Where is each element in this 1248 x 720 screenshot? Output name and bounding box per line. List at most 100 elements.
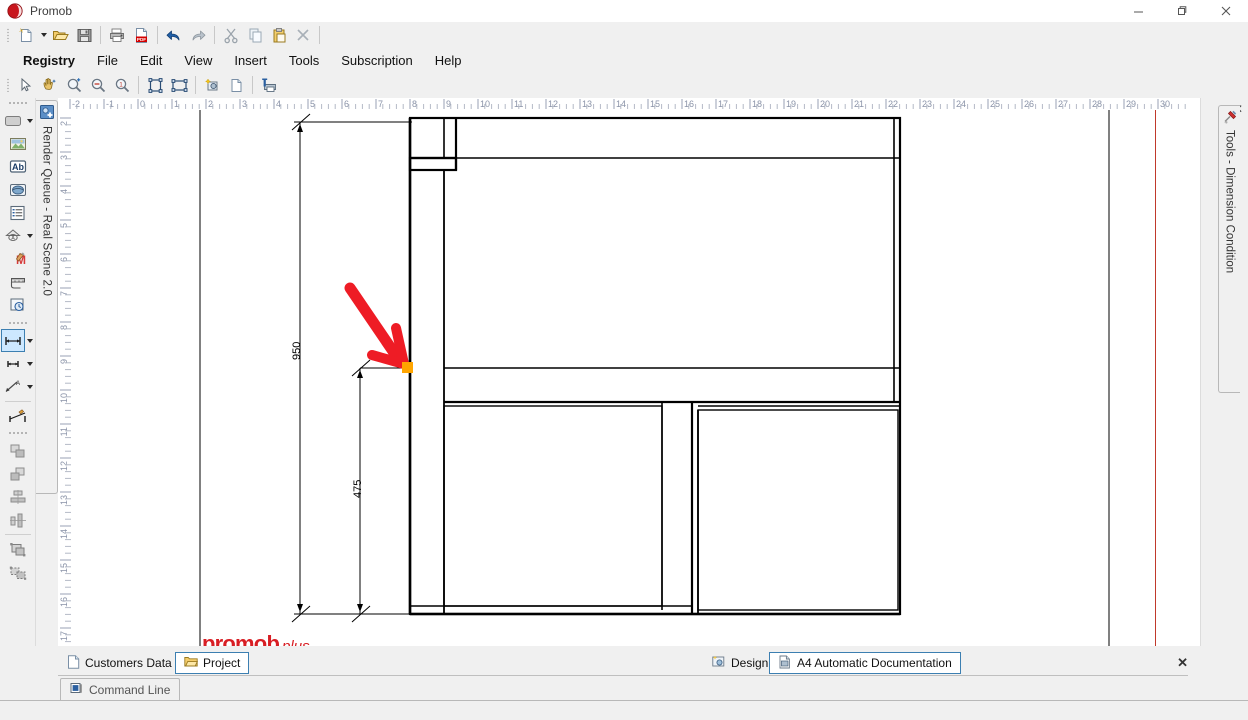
promob-watermark-brand: promob <box>202 631 280 646</box>
short-dimension-dropdown-icon[interactable] <box>27 361 33 366</box>
open-button[interactable] <box>48 24 72 46</box>
material-tool-button[interactable] <box>7 179 29 200</box>
new-document-dropdown[interactable] <box>38 24 48 46</box>
render-button[interactable] <box>200 74 224 96</box>
leader-text-dropdown-icon[interactable] <box>27 384 33 389</box>
paint-tool-button[interactable]: M <box>7 248 29 269</box>
menu-item-registry[interactable]: Registry <box>12 51 86 70</box>
toolstrip-grip[interactable] <box>7 430 28 437</box>
shape-tool-dropdown-icon[interactable] <box>27 118 33 123</box>
vertical-ruler-ticks: 23456789101112131415161718 <box>59 117 71 643</box>
redo-button[interactable] <box>186 24 210 46</box>
shape-tool-button[interactable] <box>2 110 24 131</box>
svg-text:A: A <box>16 381 20 387</box>
dock-render-queue[interactable]: Render Queue - Real Scene 2.0 <box>36 100 58 494</box>
align-middle-button[interactable] <box>7 509 29 530</box>
print-setup-button[interactable] <box>257 74 281 96</box>
environment-tool-button[interactable]: A <box>2 225 24 246</box>
export-pdf-button[interactable]: PDF <box>129 24 153 46</box>
save-button[interactable] <box>72 24 96 46</box>
linear-dimension-button[interactable] <box>1 329 25 352</box>
svg-text:7: 7 <box>378 99 383 109</box>
command-line-label: Command Line <box>89 682 171 697</box>
image-tool-button[interactable] <box>7 133 29 154</box>
toolstrip-grip[interactable] <box>7 320 28 327</box>
svg-text:13: 13 <box>59 495 69 505</box>
menu-item-subscription[interactable]: Subscription <box>330 51 424 70</box>
dimension-tools-icon <box>1222 109 1238 125</box>
close-tab-button[interactable]: ✕ <box>1177 655 1188 671</box>
dock-dimension-tools[interactable]: Tools - Dimension Condition <box>1218 105 1240 393</box>
tape-measure-button[interactable] <box>7 271 29 292</box>
dimension-lines <box>291 113 412 623</box>
toolbar-grip[interactable] <box>4 26 12 44</box>
short-dimension-button[interactable] <box>2 353 24 374</box>
vertical-ruler[interactable]: 23456789101112131415161718 <box>58 110 72 646</box>
close-button[interactable] <box>1204 0 1248 22</box>
design-view-icon <box>712 655 726 672</box>
zoom-out-button[interactable] <box>86 74 110 96</box>
menu-item-help[interactable]: Help <box>424 51 473 70</box>
environment-tool-dropdown-icon[interactable] <box>27 233 33 238</box>
preview-tool-button[interactable] <box>7 294 29 315</box>
delete-button[interactable] <box>291 24 315 46</box>
bring-forward-button[interactable] <box>7 440 29 461</box>
svg-text:Ab: Ab <box>12 162 24 172</box>
maximize-button[interactable] <box>1160 0 1204 22</box>
menu-item-edit[interactable]: Edit <box>129 51 173 70</box>
partial-height-dimension-label: 475 <box>352 479 364 498</box>
tab-project[interactable]: Project <box>175 652 250 674</box>
zoom-in-button[interactable] <box>62 74 86 96</box>
dock-dimension-tools-label: Tools - Dimension Condition <box>1223 130 1236 274</box>
zoom-extents-button[interactable] <box>167 74 191 96</box>
svg-text:17: 17 <box>59 631 69 641</box>
new-document-button[interactable] <box>14 24 38 46</box>
view-toolbar: 1 <box>0 72 1248 98</box>
menu-bar: Registry File Edit View Insert Tools Sub… <box>0 48 1248 72</box>
page-margin-line <box>1155 110 1156 646</box>
text-tool-button[interactable]: Ab <box>7 156 29 177</box>
linear-dimension-dropdown-icon[interactable] <box>27 338 33 343</box>
svg-text:1: 1 <box>174 99 179 109</box>
group-button[interactable] <box>7 539 29 560</box>
drawing-canvas[interactable]: 950 475 promobplus <box>72 110 1200 646</box>
toolstrip-divider <box>4 401 31 402</box>
horizontal-ruler[interactable]: -2-1012345678910111213141516171819202122… <box>58 98 1200 110</box>
svg-text:0: 0 <box>140 99 145 109</box>
dock-render-queue-label: Render Queue - Real Scene 2.0 <box>40 126 53 297</box>
menu-item-file[interactable]: File <box>86 51 129 70</box>
promob-logo-icon <box>7 3 23 19</box>
tab-a4-automatic-documentation[interactable]: A4 Automatic Documentation <box>769 652 961 674</box>
toolbar-separator <box>157 26 158 44</box>
send-backward-button[interactable] <box>7 463 29 484</box>
align-center-button[interactable] <box>7 486 29 507</box>
bottom-tab-strip: Customers Data Project Design A4 Automat… <box>0 650 1248 676</box>
tab-design[interactable]: Design <box>703 652 778 674</box>
minimize-button[interactable] <box>1116 0 1160 22</box>
print-button[interactable] <box>105 24 129 46</box>
select-tool-button[interactable] <box>14 74 38 96</box>
menu-item-view[interactable]: View <box>173 51 223 70</box>
list-tool-button[interactable] <box>7 202 29 223</box>
zoom-actual-button[interactable]: 1 <box>110 74 134 96</box>
undo-button[interactable] <box>162 24 186 46</box>
ungroup-button[interactable] <box>7 562 29 583</box>
new-sheet-button[interactable] <box>224 74 248 96</box>
toolbar-grip[interactable] <box>4 76 12 94</box>
pan-tool-button[interactable] <box>38 74 62 96</box>
zoom-window-button[interactable] <box>143 74 167 96</box>
menu-item-tools[interactable]: Tools <box>278 51 330 70</box>
menu-item-insert[interactable]: Insert <box>223 51 278 70</box>
horizontal-ruler-ticks: -2-1012345678910111213141516171819202122… <box>69 99 1186 109</box>
leader-text-button[interactable]: A <box>2 376 24 397</box>
measure-pen-button[interactable] <box>7 406 29 427</box>
tab-customers-data[interactable]: Customers Data <box>58 652 181 674</box>
tab-command-line[interactable]: Command Line <box>60 678 181 700</box>
cut-button[interactable] <box>219 24 243 46</box>
paste-button[interactable] <box>267 24 291 46</box>
toolstrip-grip[interactable] <box>7 100 28 107</box>
toolbar-separator <box>100 26 101 44</box>
svg-text:12: 12 <box>59 461 69 471</box>
copy-button[interactable] <box>243 24 267 46</box>
red-arrow-annotation <box>344 282 409 369</box>
